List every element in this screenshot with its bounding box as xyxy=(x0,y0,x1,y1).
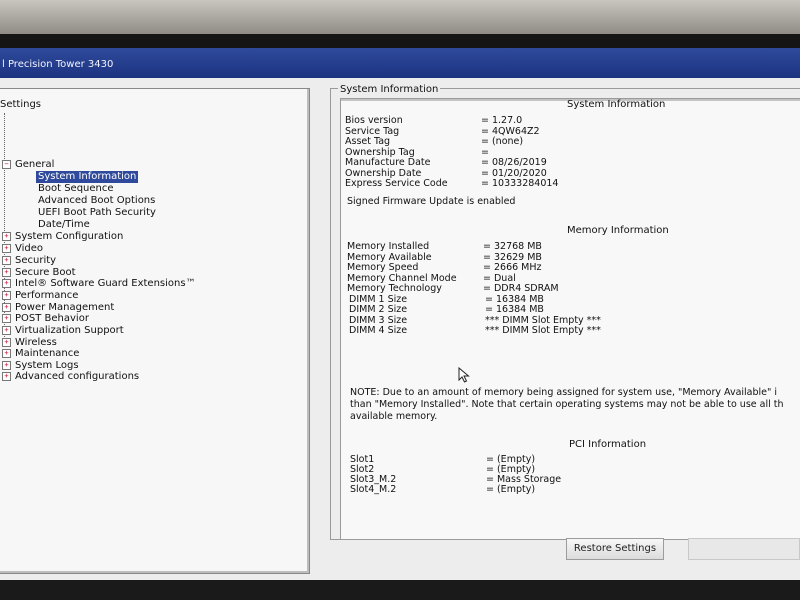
system-info-heading: System Information xyxy=(567,99,666,110)
expand-icon[interactable]: + xyxy=(2,279,11,288)
monitor-bezel-top xyxy=(0,34,800,48)
window-title: l Precision Tower 3430 xyxy=(2,59,114,70)
expand-icon[interactable]: + xyxy=(2,349,11,358)
tree-node-intel-sgx[interactable]: + Intel® Software Guard Extensions™ xyxy=(2,278,196,290)
monitor-bezel-bottom xyxy=(0,580,800,600)
expand-icon[interactable]: + xyxy=(2,303,11,312)
expand-icon[interactable]: + xyxy=(2,314,11,323)
info-content: System Information Bios version = 1.27.0 … xyxy=(340,98,800,540)
tree-root-settings[interactable]: Settings xyxy=(0,99,41,110)
tree-item-boot-sequence[interactable]: Boot Sequence xyxy=(38,183,114,195)
mouse-cursor-icon xyxy=(458,367,470,383)
expand-icon[interactable]: + xyxy=(2,326,11,335)
tree-item-advanced-boot-options[interactable]: Advanced Boot Options xyxy=(38,195,155,207)
collapse-icon[interactable]: − xyxy=(2,160,11,169)
tree-item-date-time[interactable]: Date/Time xyxy=(38,219,90,231)
memory-note-line: NOTE: Due to an amount of memory being a… xyxy=(350,387,778,398)
memory-info-heading: Memory Information xyxy=(567,225,669,236)
memory-note: NOTE: Due to an amount of memory being a… xyxy=(350,387,800,423)
tree-node-virtualization-support[interactable]: + Virtualization Support xyxy=(2,325,124,337)
tree-node-general[interactable]: − General xyxy=(2,159,54,171)
tree-node-security[interactable]: + Security xyxy=(2,255,56,267)
tree-node-maintenance[interactable]: + Maintenance xyxy=(2,348,79,360)
firmware-update-status: Signed Firmware Update is enabled xyxy=(347,196,516,207)
pci-info-heading: PCI Information xyxy=(569,439,647,450)
tree-node-video[interactable]: + Video xyxy=(2,243,43,255)
tree-item-system-information[interactable]: System Information xyxy=(36,171,139,183)
tree-item-uefi-boot-path-security[interactable]: UEFI Boot Path Security xyxy=(38,207,156,219)
restore-settings-button[interactable]: Restore Settings xyxy=(566,538,664,560)
expand-icon[interactable]: + xyxy=(2,256,11,265)
expand-icon[interactable]: + xyxy=(2,291,11,300)
settings-tree-panel[interactable]: Settings − General System Information Boo… xyxy=(0,88,310,574)
title-bar: l Precision Tower 3430 xyxy=(0,48,800,78)
tree-node-performance[interactable]: + Performance xyxy=(2,290,78,302)
tree-node-post-behavior[interactable]: + POST Behavior xyxy=(2,313,89,325)
expand-icon[interactable]: + xyxy=(2,244,11,253)
memory-note-line: available memory. xyxy=(350,411,438,422)
expand-icon[interactable]: + xyxy=(2,268,11,277)
wall-background xyxy=(0,0,800,34)
expand-icon[interactable]: + xyxy=(2,372,11,381)
expand-icon[interactable]: + xyxy=(2,361,11,370)
tree-node-system-configuration[interactable]: + System Configuration xyxy=(2,231,123,243)
info-groupbox-title: System Information xyxy=(338,84,441,95)
bios-screen: l Precision Tower 3430 Settings − General… xyxy=(0,48,800,580)
expand-icon[interactable]: + xyxy=(2,338,11,347)
apply-button[interactable] xyxy=(688,538,800,560)
tree-node-advanced-configurations[interactable]: + Advanced configurations xyxy=(2,371,139,383)
expand-icon[interactable]: + xyxy=(2,232,11,241)
memory-note-line: than "Memory Installed". Note that certa… xyxy=(350,399,784,410)
